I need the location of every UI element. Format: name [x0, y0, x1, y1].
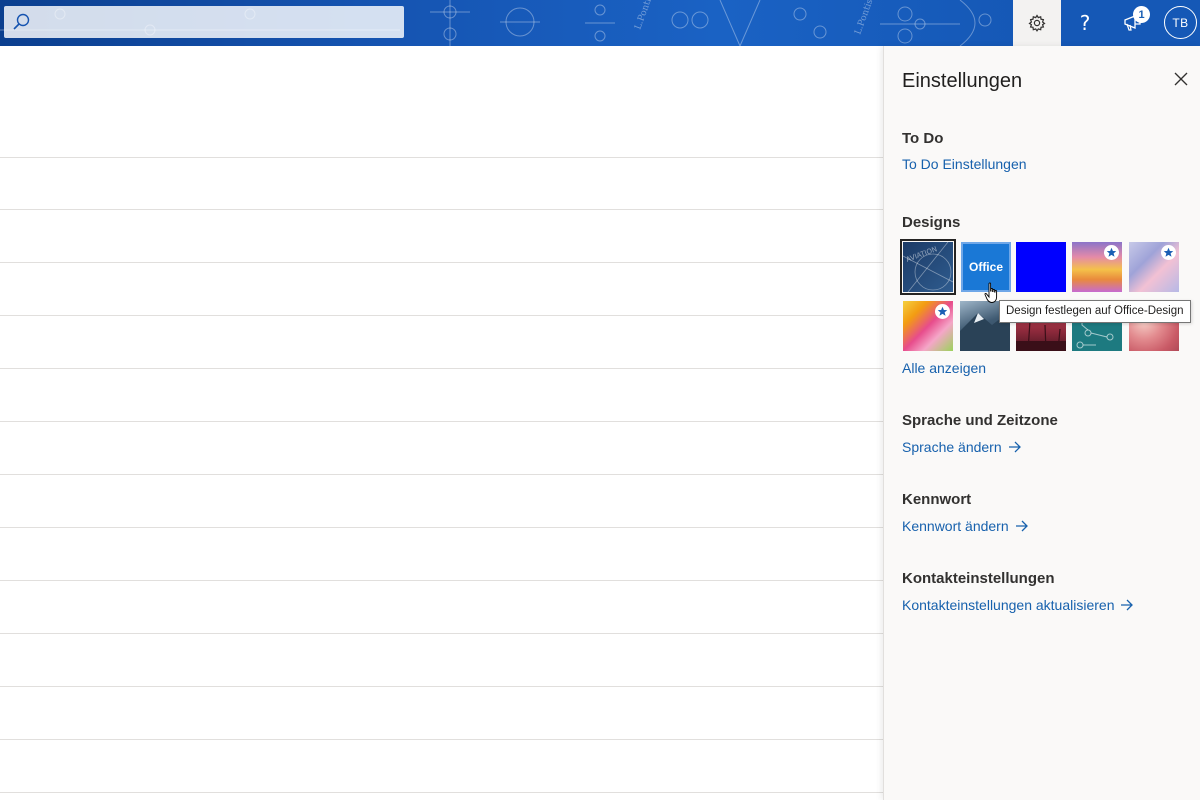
- list-row-divider: [0, 739, 883, 740]
- svg-text:L.Pontis: L.Pontis: [633, 0, 655, 31]
- arrow-right-icon: [1008, 441, 1021, 453]
- gear-icon: [1028, 14, 1046, 32]
- top-bar: L.Pontis L.Pontis ? 1 TB: [0, 0, 1200, 46]
- list-row-divider: [0, 474, 883, 475]
- premium-star-icon: [1104, 245, 1119, 260]
- settings-title: Einstellungen: [902, 70, 1023, 92]
- arrow-right-icon: [1121, 599, 1134, 611]
- svg-text:L.Pontis: L.Pontis: [853, 0, 875, 36]
- list-row-divider: [0, 368, 883, 369]
- help-icon: ?: [1079, 11, 1091, 35]
- premium-star-icon: [935, 304, 950, 319]
- premium-star-icon: [1161, 245, 1176, 260]
- update-contact-link[interactable]: Kontakteinstellungen aktualisieren: [902, 597, 1134, 613]
- svg-text:AVIATION: AVIATION: [905, 245, 938, 264]
- theme-tile-blue[interactable]: [1016, 242, 1066, 292]
- close-icon[interactable]: [1172, 70, 1190, 88]
- task-list-area: [0, 46, 883, 800]
- theme-tile-rainbow[interactable]: [1072, 242, 1122, 292]
- theme-tile-blueprint[interactable]: AVIATION: [900, 239, 956, 295]
- show-all-designs-link[interactable]: Alle anzeigen: [902, 360, 986, 376]
- help-button[interactable]: ?: [1061, 0, 1109, 46]
- contact-heading: Kontakteinstellungen: [902, 570, 1055, 587]
- list-row-divider: [0, 580, 883, 581]
- list-row-divider: [0, 633, 883, 634]
- language-heading: Sprache und Zeitzone: [902, 412, 1058, 429]
- settings-button[interactable]: [1013, 0, 1061, 46]
- todo-settings-link[interactable]: To Do Einstellungen: [902, 156, 1027, 172]
- search-icon: [13, 13, 30, 30]
- notifications-button[interactable]: 1: [1109, 0, 1157, 46]
- theme-tile-colorful[interactable]: [903, 301, 953, 351]
- hand-cursor-icon: [984, 282, 998, 303]
- todo-settings-link-label: To Do Einstellungen: [902, 156, 1027, 172]
- change-language-link[interactable]: Sprache ändern: [902, 439, 1022, 455]
- change-password-link[interactable]: Kennwort ändern: [902, 518, 1029, 534]
- password-heading: Kennwort: [902, 491, 972, 508]
- list-row-divider: [0, 315, 883, 316]
- todo-heading: To Do: [902, 130, 944, 147]
- list-row-divider: [0, 421, 883, 422]
- user-avatar[interactable]: TB: [1164, 6, 1197, 39]
- theme-tile-pastel[interactable]: [1129, 242, 1179, 292]
- search-input[interactable]: [38, 6, 398, 38]
- list-row-divider: [0, 209, 883, 210]
- list-row-divider: [0, 686, 883, 687]
- list-row-divider: [0, 262, 883, 263]
- list-row-divider: [0, 157, 883, 158]
- list-row-divider: [0, 527, 883, 528]
- change-password-label: Kennwort ändern: [902, 518, 1009, 534]
- arrow-right-icon: [1015, 520, 1028, 532]
- change-language-label: Sprache ändern: [902, 439, 1002, 455]
- list-row-divider: [0, 792, 883, 793]
- designs-heading: Designs: [902, 214, 961, 231]
- notification-count-badge: 1: [1133, 6, 1150, 23]
- blueprint-theme-preview: AVIATION: [903, 242, 953, 292]
- design-tooltip: Design festlegen auf Office-Design: [999, 300, 1191, 323]
- show-all-designs-label: Alle anzeigen: [902, 360, 987, 376]
- settings-panel: Einstellungen To Do To Do Einstellungen …: [883, 46, 1200, 800]
- search-box[interactable]: [4, 6, 404, 38]
- update-contact-label: Kontakteinstellungen aktualisieren: [902, 597, 1115, 613]
